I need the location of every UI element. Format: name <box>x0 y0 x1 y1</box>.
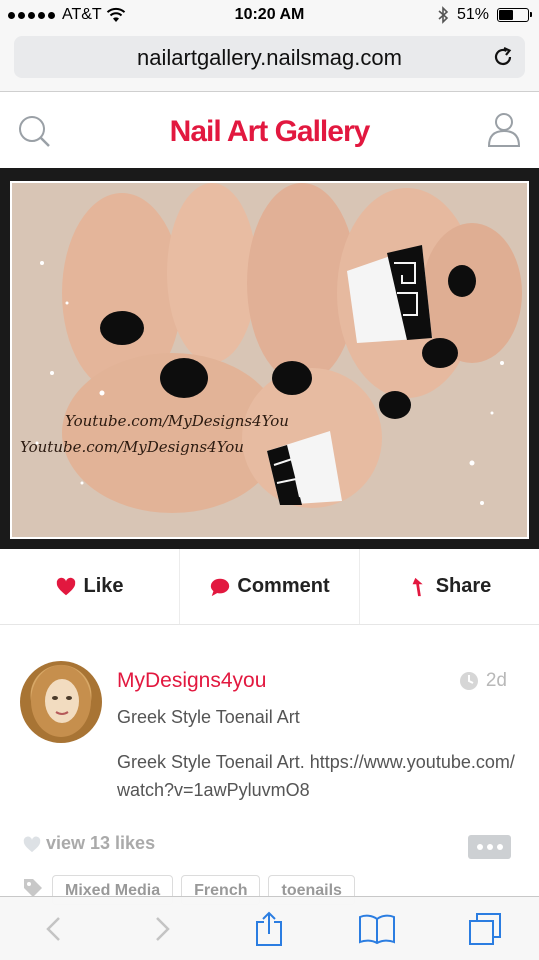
forward-button[interactable] <box>142 909 182 949</box>
share-icon <box>256 911 283 946</box>
speech-bubble-icon <box>211 578 230 596</box>
comment-button[interactable]: Comment <box>180 549 360 624</box>
chevron-left-icon <box>46 916 60 941</box>
post-description: Greek Style Toenail Art. https://www.you… <box>117 752 515 800</box>
address-bar[interactable]: nailartgallery.nailsmag.com <box>14 36 525 78</box>
share-arrow-icon <box>412 577 423 596</box>
bookmarks-button[interactable] <box>357 909 397 949</box>
like-button[interactable]: Like <box>0 549 180 624</box>
clock-icon <box>459 672 478 690</box>
post-title: Greek Style Toenail Art <box>117 707 300 727</box>
share-label: Share <box>435 575 492 597</box>
share-button[interactable]: Share <box>360 549 539 624</box>
view-likes-link[interactable]: view 13 likes <box>22 833 155 854</box>
battery-fill <box>499 10 514 20</box>
status-right: 51% <box>437 6 532 24</box>
browser-address-area: nailartgallery.nailsmag.com <box>0 30 539 92</box>
author-name[interactable]: MyDesigns4you <box>117 669 266 693</box>
site-header: Nail Art Gallery <box>0 93 539 171</box>
post-image[interactable]: Youtube.com/MyDesigns4You Youtube.com/My… <box>0 171 539 549</box>
heart-outline-icon <box>23 836 41 852</box>
toenail-photo: Youtube.com/MyDesigns4You Youtube.com/My… <box>10 181 529 539</box>
likes-count-text: view 13 likes <box>46 833 156 853</box>
user-icon[interactable] <box>487 111 521 147</box>
share-page-button[interactable] <box>249 909 289 949</box>
image-watermark: Youtube.com/MyDesigns4You <box>65 412 289 430</box>
site-logo[interactable]: Nail Art Gallery <box>0 115 539 149</box>
heart-icon <box>57 577 76 595</box>
battery-icon <box>497 8 532 22</box>
reload-icon[interactable] <box>491 45 515 69</box>
tabs-icon <box>469 912 502 945</box>
like-label: Like <box>83 575 124 597</box>
avatar[interactable] <box>20 661 102 743</box>
book-icon <box>359 914 396 944</box>
back-button[interactable] <box>34 909 74 949</box>
bluetooth-icon <box>438 6 449 24</box>
more-options-button[interactable] <box>468 835 511 859</box>
post-age: 2d <box>459 670 507 692</box>
browser-toolbar <box>0 896 539 960</box>
avatar-photo <box>31 665 91 737</box>
image-watermark: Youtube.com/MyDesigns4You <box>20 438 244 456</box>
status-bar: AT&T 10:20 AM 51% <box>0 0 539 30</box>
url-text[interactable]: nailartgallery.nailsmag.com <box>14 45 525 71</box>
chevron-right-icon <box>155 916 170 941</box>
comment-label: Comment <box>237 575 330 597</box>
tabs-button[interactable] <box>465 909 505 949</box>
toenail-illustration <box>12 183 527 537</box>
post-age-text: 2d <box>485 670 507 691</box>
post-actions: Like Comment Share <box>0 549 539 625</box>
battery-percent: 51% <box>456 6 489 23</box>
